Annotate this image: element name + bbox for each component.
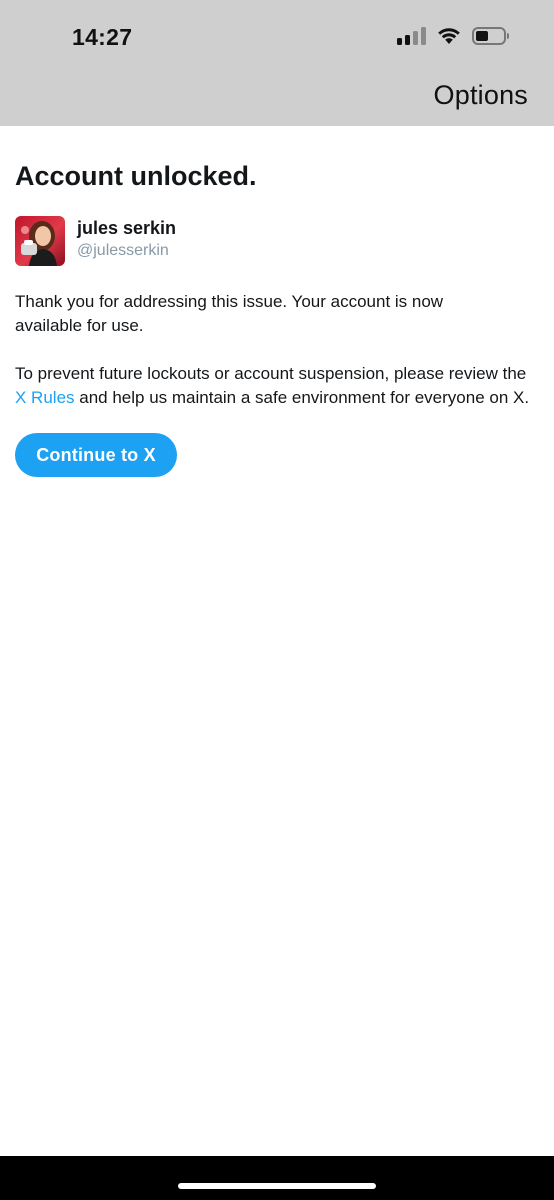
account-card: jules serkin @julesserkin bbox=[15, 216, 539, 266]
main-content: Account unlocked. jules serkin @julesser… bbox=[15, 160, 539, 477]
account-text: jules serkin @julesserkin bbox=[77, 216, 176, 261]
account-name: jules serkin bbox=[77, 218, 177, 238]
x-rules-link[interactable]: X Rules bbox=[15, 388, 75, 407]
unlock-message: Thank you for addressing this issue. You… bbox=[15, 292, 444, 335]
status-icons bbox=[397, 26, 509, 45]
continue-button[interactable]: Continue to X bbox=[15, 433, 177, 477]
wifi-icon bbox=[438, 28, 460, 44]
avatar bbox=[15, 216, 65, 266]
battery-icon bbox=[472, 26, 509, 45]
options-button[interactable]: Options bbox=[434, 80, 528, 111]
cellular-signal-icon bbox=[397, 26, 426, 45]
rules-message: To prevent future lockouts or account su… bbox=[15, 362, 539, 410]
account-handle: @julesserkin bbox=[77, 242, 169, 259]
top-header: 14:27 Options bbox=[0, 0, 554, 126]
bottom-bar bbox=[0, 1156, 554, 1200]
rules-message-end: and help us maintain a safe environment … bbox=[74, 388, 530, 407]
home-indicator[interactable] bbox=[178, 1183, 376, 1189]
page-title: Account unlocked. bbox=[15, 161, 257, 191]
status-time: 14:27 bbox=[72, 24, 133, 50]
battery-fill bbox=[476, 30, 488, 41]
unlock-screen: 14:27 Options Account unlocked. jules se… bbox=[0, 0, 554, 1200]
rules-message-start: To prevent future lockouts or account su… bbox=[15, 364, 527, 383]
